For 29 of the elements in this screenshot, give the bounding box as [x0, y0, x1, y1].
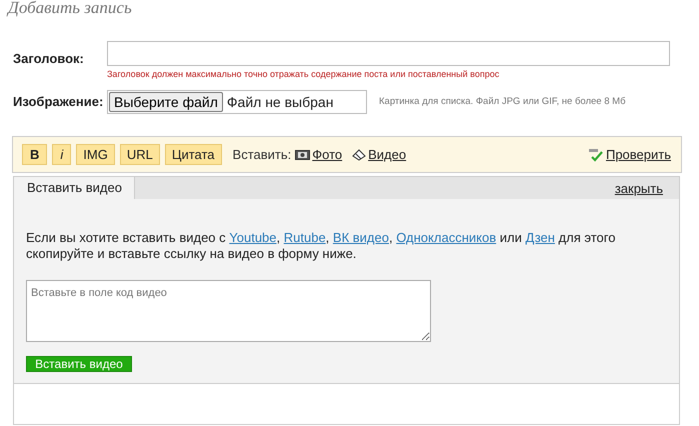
format-button[interactable]: i: [52, 144, 72, 165]
service-link[interactable]: Youtube: [229, 230, 277, 245]
service-link[interactable]: Rutube: [284, 230, 326, 245]
image-hint: Картинка для списка. Файл JPG или GIF, не более 8 Мб: [379, 96, 626, 107]
file-input[interactable]: Выберите файл Файл не выбран: [107, 90, 367, 114]
editor-area[interactable]: [13, 383, 680, 425]
title-input[interactable]: [107, 41, 670, 66]
service-link[interactable]: ВК видео: [332, 230, 389, 245]
photo-link[interactable]: Фото: [295, 147, 342, 162]
spellcheck-icon: [588, 148, 604, 162]
choose-file-button[interactable]: Выберите файл: [109, 92, 223, 112]
service-link[interactable]: Одноклассников: [396, 230, 496, 245]
page-title: Добавить запись: [6, 0, 133, 19]
video-code-field[interactable]: Вставьте в поле код видео: [26, 280, 431, 342]
close-link[interactable]: закрыть: [614, 181, 663, 199]
field-label: Изображение:: [13, 93, 104, 109]
instruction-text: Если вы хотите вставить видео с Youtube, Rutube, ВК видео, Одноклассников или Дзен для этого скопируйте и вставьте ссылку на видео в форму ниже.: [26, 230, 616, 262]
service-link[interactable]: Дзен: [525, 230, 555, 245]
format-button[interactable]: Цитата: [164, 144, 222, 165]
video-link[interactable]: Видео: [352, 147, 406, 162]
format-button[interactable]: B: [22, 144, 48, 165]
format-button[interactable]: URL: [120, 144, 160, 165]
format-button[interactable]: IMG: [76, 144, 115, 165]
insert-label: Вставить:: [232, 147, 292, 162]
check-link[interactable]: Проверить: [588, 147, 671, 162]
camera-icon: [295, 149, 310, 160]
error-hint: Заголовок должен максимально точно отражать содержание поста или поставленный вопрос: [107, 69, 500, 79]
field-label: Заголовок:: [13, 50, 85, 66]
panel-tab[interactable]: Вставить видео: [14, 177, 135, 199]
